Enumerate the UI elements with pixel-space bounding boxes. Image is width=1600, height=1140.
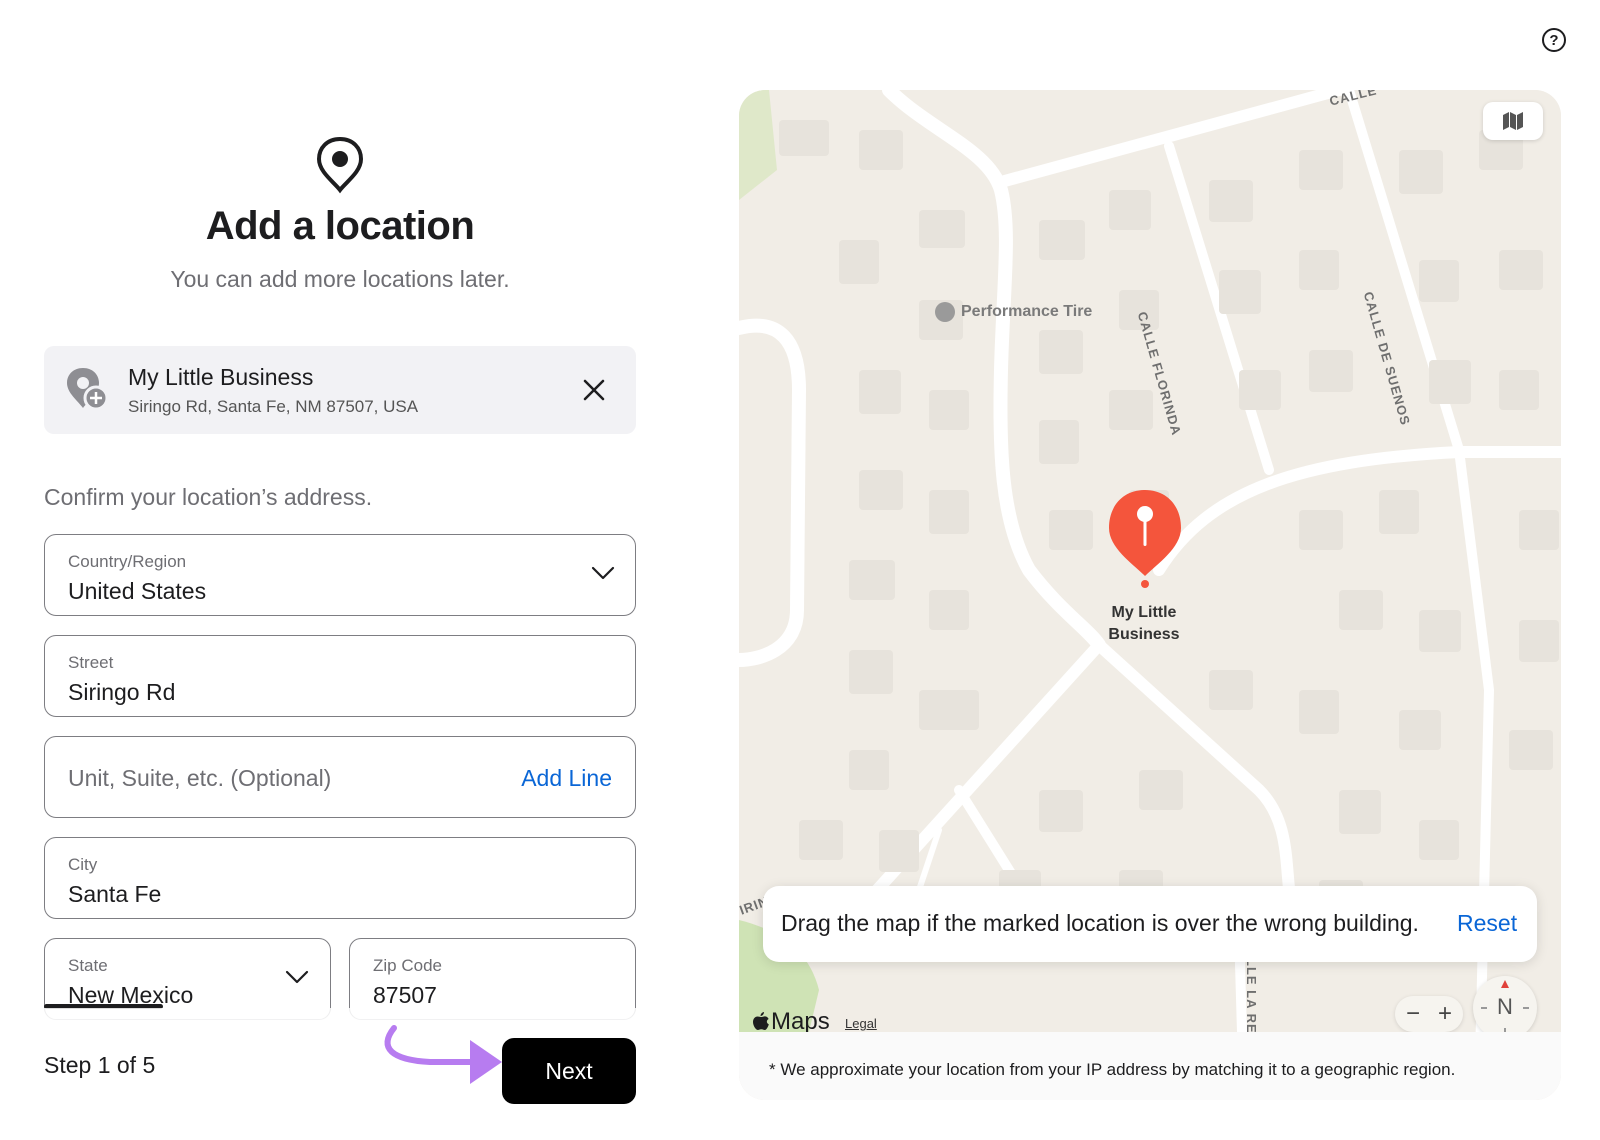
map-view[interactable]: CALLE CALLE FLORINDA CALLE DE SUENOS IRI… xyxy=(739,90,1561,1100)
zoom-out-button[interactable]: − xyxy=(1399,998,1427,1030)
add-line-link[interactable]: Add Line xyxy=(521,765,612,792)
business-name: My Little Business xyxy=(128,364,314,390)
business-address: Siringo Rd, Santa Fe, NM 87507, USA xyxy=(128,397,419,416)
chevron-down-icon xyxy=(591,566,615,580)
add-location-icon xyxy=(67,368,109,411)
map-type-button[interactable] xyxy=(1483,102,1543,140)
step-indicator: Step 1 of 5 xyxy=(44,1052,156,1078)
location-marker-icon[interactable] xyxy=(1105,488,1185,598)
city-field[interactable]: City Santa Fe xyxy=(44,837,636,919)
marker-label-line2: Business xyxy=(1108,626,1180,643)
map-icon xyxy=(1503,112,1523,130)
page-subtitle: You can add more locations later. xyxy=(170,266,510,292)
next-button[interactable]: Next xyxy=(502,1038,636,1104)
help-button[interactable]: ? xyxy=(1542,28,1566,52)
footnote-text: * We approximate your location from your… xyxy=(769,1060,1456,1079)
zoom-in-button[interactable]: + xyxy=(1431,998,1459,1030)
drag-tip-text: Drag the map if the marked location is o… xyxy=(781,910,1419,936)
city-label: City xyxy=(68,855,98,874)
drag-tip-banner: Drag the map if the marked location is o… xyxy=(763,886,1537,962)
street-value: Siringo Rd xyxy=(68,679,176,705)
reset-link[interactable]: Reset xyxy=(1457,910,1517,937)
zip-code-value: 87507 xyxy=(373,982,437,1008)
street-label: Street xyxy=(68,653,114,672)
city-value: Santa Fe xyxy=(68,881,162,907)
help-icon: ? xyxy=(1549,31,1559,49)
country-select[interactable]: Country/Region United States xyxy=(44,534,636,616)
apple-icon xyxy=(753,1012,769,1030)
car-service-icon xyxy=(935,302,955,322)
country-value: United States xyxy=(68,578,207,604)
add-location-panel: Add a location You can add more location… xyxy=(44,0,644,1140)
selected-business-card: My Little Business Siringo Rd, Santa Fe,… xyxy=(44,346,636,434)
street-field[interactable]: Street Siringo Rd xyxy=(44,635,636,717)
unit-placeholder: Unit, Suite, etc. (Optional) xyxy=(68,765,332,791)
page-title: Add a location xyxy=(205,204,475,248)
map-footnote: * We approximate your location from your… xyxy=(739,1032,1561,1100)
state-label: State xyxy=(68,956,108,975)
poi-label: Performance Tire xyxy=(961,303,1093,320)
confirm-address-prompt: Confirm your location’s address. xyxy=(44,484,373,510)
location-pin-icon xyxy=(316,136,364,194)
poi-performance-tire[interactable]: Performance Tire xyxy=(935,302,1092,322)
compass-button[interactable]: N xyxy=(1473,976,1537,1040)
close-icon[interactable] xyxy=(580,376,608,404)
marker-label-line1: My Little xyxy=(1111,604,1177,621)
zoom-control: − + xyxy=(1395,996,1463,1032)
curved-arrow-icon xyxy=(384,1025,502,1084)
marker-label: My Little Business xyxy=(1069,602,1219,646)
chevron-down-icon xyxy=(285,970,309,984)
unit-field[interactable]: Unit, Suite, etc. (Optional) Add Line xyxy=(44,736,636,818)
compass-north-label: N xyxy=(1497,994,1513,1019)
country-label: Country/Region xyxy=(68,552,187,571)
legal-link[interactable]: Legal xyxy=(845,1016,877,1031)
zip-code-label: Zip Code xyxy=(373,956,442,975)
